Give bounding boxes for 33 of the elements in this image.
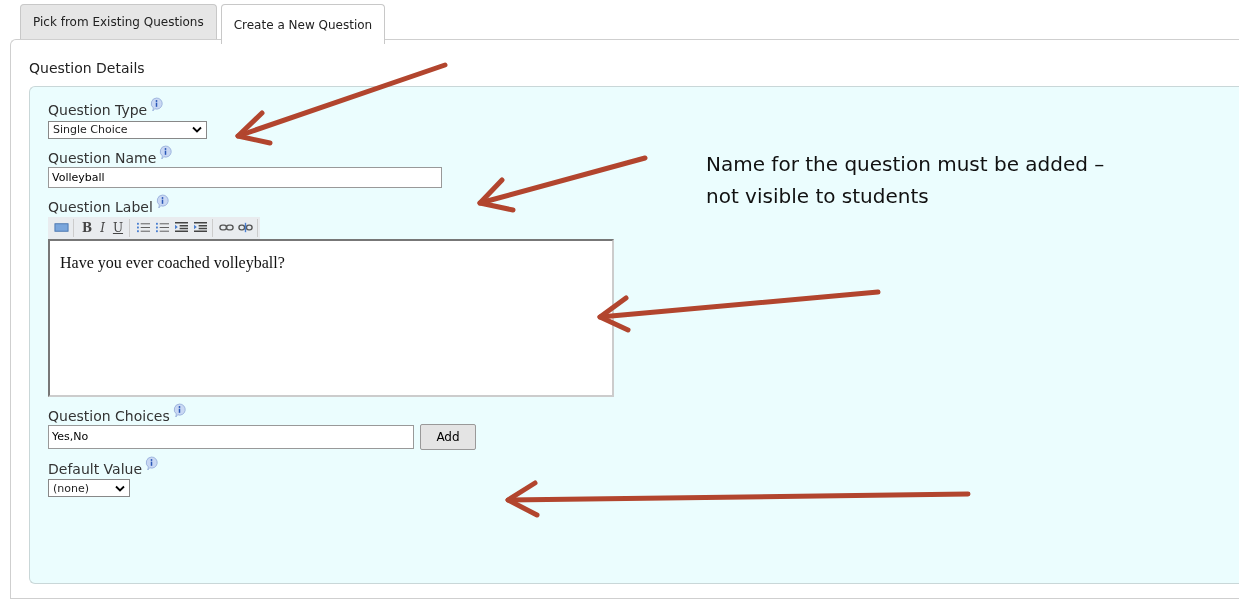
tab[interactable]: Create a New Question bbox=[220, 4, 386, 44]
annotation-note: Name for the question must be added – not visible to students bbox=[706, 151, 1106, 210]
info-icon[interactable] bbox=[150, 97, 164, 112]
italic-button[interactable]: I bbox=[98, 220, 107, 235]
field-label: Question Label bbox=[48, 198, 153, 215]
info-icon[interactable] bbox=[145, 455, 159, 471]
info-icon[interactable] bbox=[155, 193, 169, 209]
field-label: Question Choices bbox=[48, 407, 170, 424]
unlink-icon[interactable] bbox=[238, 221, 254, 234]
underline-button[interactable]: U bbox=[110, 220, 126, 235]
default-dropdown[interactable]: (none) bbox=[48, 479, 130, 497]
choices-field[interactable]: Yes,No bbox=[48, 424, 414, 449]
indent-icon[interactable] bbox=[193, 221, 209, 234]
field-label: Question Name bbox=[48, 149, 157, 166]
bullet-list-icon[interactable] bbox=[155, 221, 171, 234]
link-icon[interactable] bbox=[219, 221, 235, 234]
name-field[interactable]: Volleyball bbox=[48, 166, 442, 188]
chevron-icon bbox=[115, 484, 125, 492]
chevron-icon bbox=[192, 126, 202, 133]
info-icon[interactable] bbox=[172, 402, 186, 418]
numbered-list-icon[interactable] bbox=[136, 221, 152, 234]
add-button[interactable]: Add bbox=[420, 423, 476, 450]
type-dropdown[interactable]: Single Choice bbox=[48, 120, 207, 139]
bold-button[interactable]: B bbox=[80, 220, 95, 235]
field-label: Default Value bbox=[48, 460, 143, 477]
label-editor[interactable]: Have you ever coached volleyball? bbox=[48, 238, 614, 397]
field-label: Question Type bbox=[48, 102, 148, 118]
outdent-icon[interactable] bbox=[174, 221, 190, 234]
section-title: Question Details bbox=[29, 60, 146, 76]
info-icon[interactable] bbox=[159, 144, 173, 160]
image-icon[interactable] bbox=[54, 221, 69, 234]
editor-text: Have you ever coached volleyball? bbox=[60, 253, 285, 271]
tab[interactable]: Pick from Existing Questions bbox=[20, 4, 217, 39]
